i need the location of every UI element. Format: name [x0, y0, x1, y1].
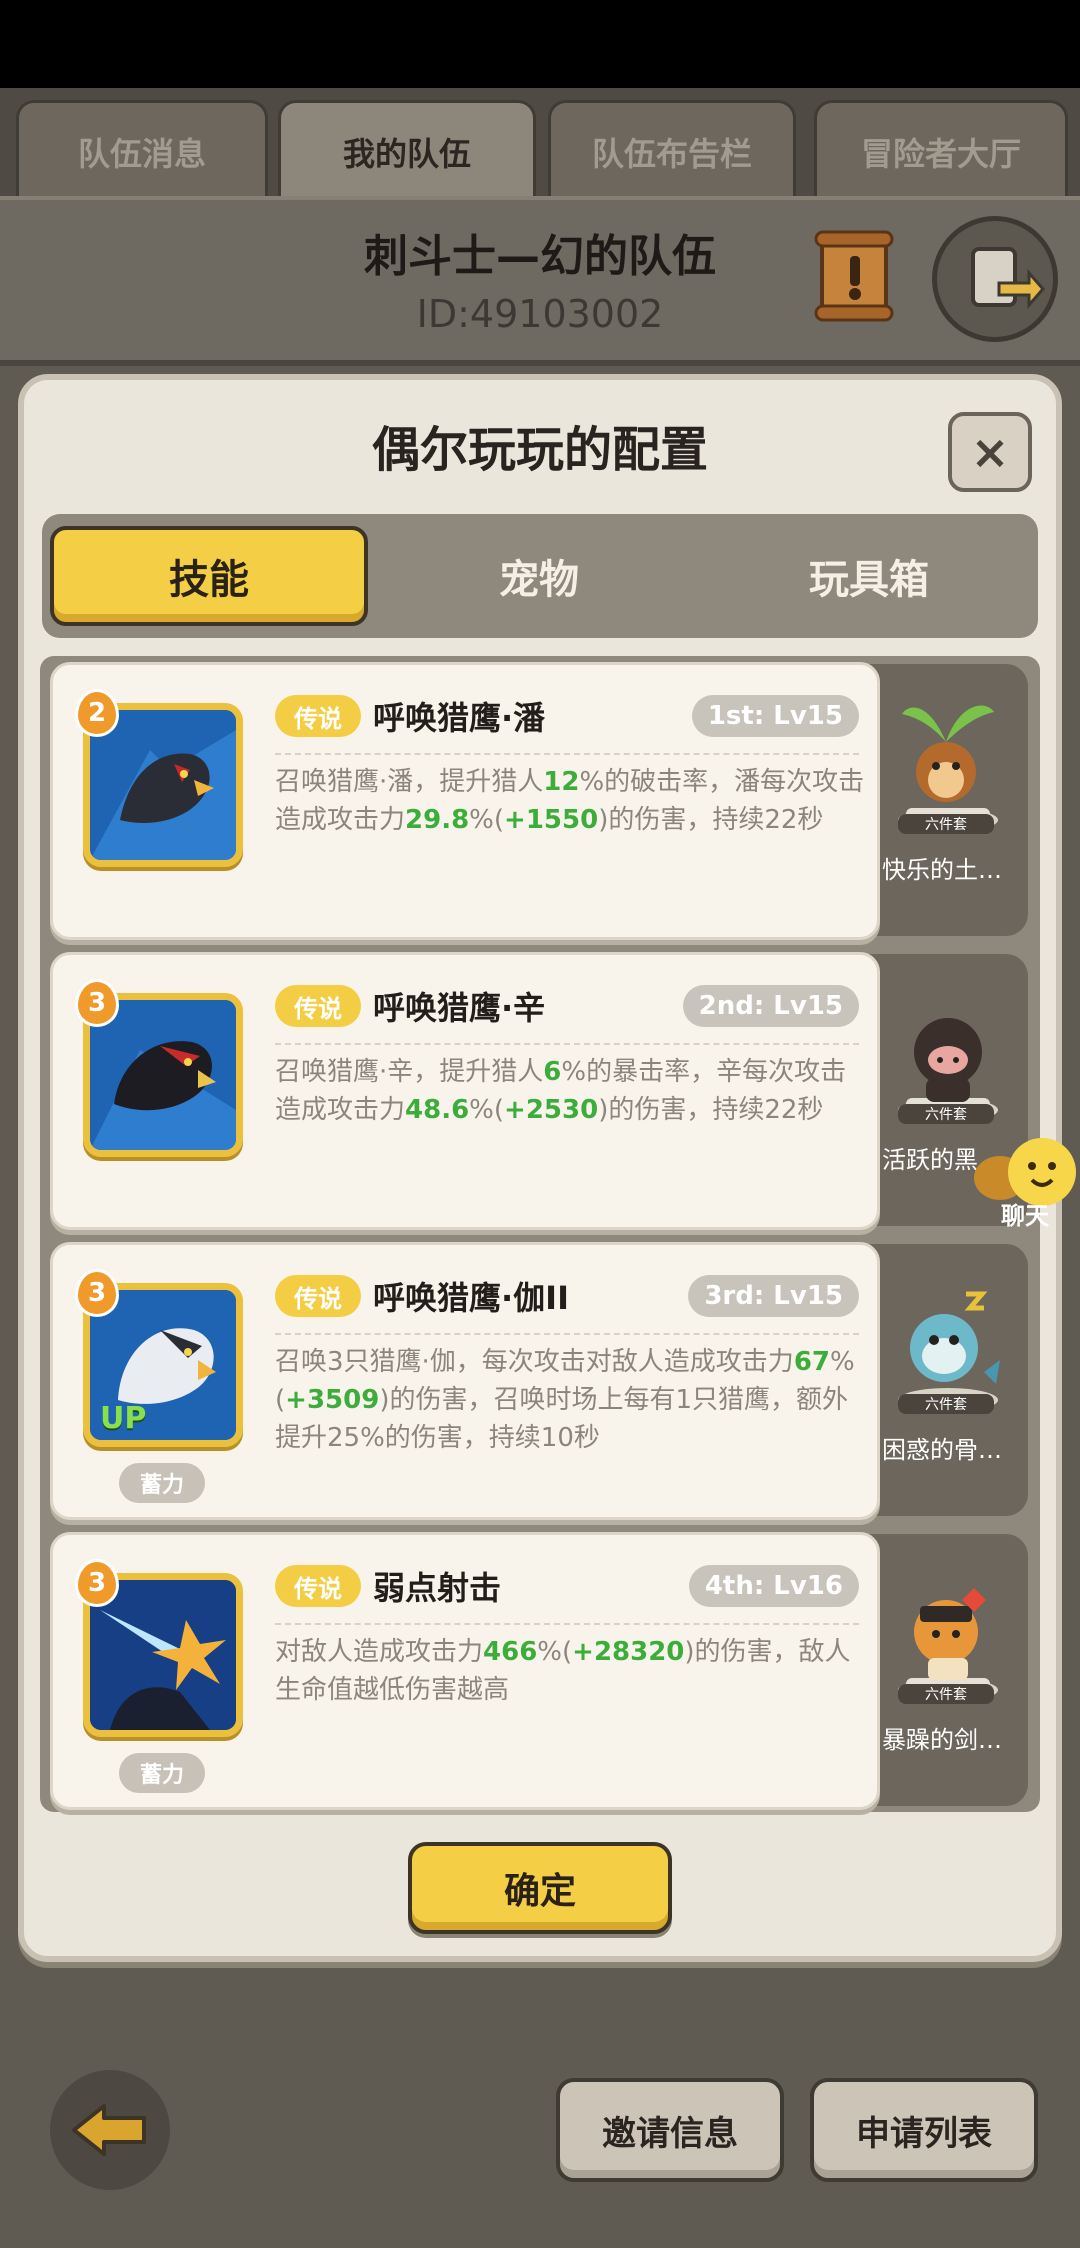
tab-label: 技能: [169, 557, 249, 603]
tab-label: 我的队伍: [342, 134, 471, 173]
pet-name: 困惑的骨…: [882, 1436, 1002, 1464]
rarity-tag: 传说: [275, 985, 361, 1027]
application-list-button[interactable]: 申请列表: [810, 2078, 1038, 2182]
pet-slot[interactable]: 六件套 困惑的骨…: [868, 1244, 1028, 1516]
description-text: 召唤猎鹰·辛，提升猎人: [275, 1057, 544, 1087]
skill-name: 呼唤猎鹰·潘: [373, 699, 546, 737]
exit-team-button[interactable]: [932, 216, 1058, 342]
set-label: 六件套: [898, 1104, 994, 1124]
tab-label: 队伍消息: [77, 134, 206, 173]
tab-label: 队伍布告栏: [591, 134, 752, 173]
rarity-tag: 传说: [275, 695, 361, 737]
scroll-notice-icon[interactable]: [812, 228, 898, 324]
upgrade-label: UP: [100, 1401, 147, 1436]
skill-description: 召唤猎鹰·潘，提升猎人12%的破击率，潘每次攻击造成攻击力29.8%(+1550…: [275, 763, 865, 839]
chat-label: 聊天: [1001, 1202, 1049, 1230]
skill-level: 1st: Lv15: [691, 695, 859, 737]
pet-name: 快乐的土…: [882, 856, 1002, 884]
confirm-label: 确定: [503, 1871, 576, 1912]
highlight-value: 6: [543, 1057, 562, 1087]
tab-team-messages[interactable]: 队伍消息: [16, 100, 268, 200]
tab-pets[interactable]: 宠物: [380, 526, 698, 626]
dialog-title: 偶尔玩玩的配置: [371, 422, 708, 478]
pet-figure-icon: [898, 705, 998, 832]
highlight-value: 48.6: [405, 1095, 470, 1125]
tab-skills[interactable]: 技能: [50, 526, 368, 626]
tab-adventurer-hall[interactable]: 冒险者大厅: [814, 100, 1068, 200]
rarity-tag: 传说: [275, 1275, 361, 1317]
highlight-value: 67: [793, 1347, 830, 1377]
skill-level: 4th: Lv16: [688, 1565, 859, 1607]
back-button[interactable]: [50, 2070, 170, 2190]
description-text: 召唤猎鹰·潘，提升猎人: [275, 767, 544, 797]
pet-figure-icon: [898, 1291, 1000, 1412]
description-text: 召唤3只猎鹰·伽，每次攻击对敌人造成攻击力: [275, 1347, 794, 1377]
skill-card[interactable]: UP 3 蓄力 传说 呼唤猎鹰·伽II 3rd: Lv15 召唤3只猎鹰·伽，每…: [50, 1242, 880, 1520]
description-text: )的伤害，持续22秒: [598, 1095, 824, 1125]
team-id: ID:49103002: [416, 292, 664, 336]
description-text: 对敌人造成攻击力: [275, 1637, 484, 1667]
skill-name: 弱点射击: [373, 1569, 502, 1607]
button-label: 邀请信息: [602, 2113, 738, 2154]
star-badge: 3: [75, 1559, 119, 1607]
skill-name: 呼唤猎鹰·伽II: [373, 1279, 569, 1317]
skill-card[interactable]: 3 传说 呼唤猎鹰·辛 2nd: Lv15 召唤猎鹰·辛，提升猎人6%的暴击率，…: [50, 952, 880, 1230]
star-badge: 2: [75, 689, 119, 737]
description-text: %(: [469, 805, 505, 835]
tab-team-board[interactable]: 队伍布告栏: [548, 100, 796, 200]
highlight-value: +28320: [572, 1637, 685, 1667]
pet-slot[interactable]: 六件套 快乐的土…: [868, 664, 1028, 936]
skill-level: 3rd: Lv15: [688, 1275, 859, 1317]
invite-info-button[interactable]: 邀请信息: [556, 2078, 784, 2182]
skill-description: 对敌人造成攻击力466%(+28320)的伤害，敌人生命值越低伤害越高: [275, 1633, 865, 1709]
highlight-value: +1550: [504, 805, 599, 835]
pet-figure-icon: [898, 1018, 998, 1122]
tab-my-team[interactable]: 我的队伍: [278, 100, 536, 200]
highlight-value: 466: [483, 1637, 538, 1667]
back-arrow-icon: [72, 2104, 146, 2156]
star-badge: 3: [75, 1269, 119, 1317]
set-label: 六件套: [898, 814, 994, 834]
highlight-value: +3509: [285, 1385, 380, 1415]
divider: [275, 1043, 859, 1045]
pet-figure-icon: [898, 1588, 998, 1702]
set-label: 六件套: [898, 1684, 994, 1704]
tab-label: 玩具箱: [809, 557, 929, 603]
skill-description: 召唤3只猎鹰·伽，每次攻击对敌人造成攻击力67%(+3509)的伤害，召唤时场上…: [275, 1343, 865, 1457]
rarity-tag: 传说: [275, 1565, 361, 1607]
team-name: 刺斗士—幻的队伍: [364, 231, 716, 282]
tab-label: 冒险者大厅: [860, 134, 1021, 173]
divider: [275, 1333, 859, 1335]
set-label: 六件套: [898, 1394, 994, 1414]
skill-card[interactable]: 2 传说 呼唤猎鹰·潘 1st: Lv15 召唤猎鹰·潘，提升猎人12%的破击率…: [50, 662, 880, 940]
divider: [275, 753, 859, 755]
top-tab-bar: 队伍消息 我的队伍 队伍布告栏 冒险者大厅: [0, 88, 1080, 200]
charge-tag: 蓄力: [119, 1463, 205, 1503]
description-text: %(: [469, 1095, 505, 1125]
highlight-value: 29.8: [405, 805, 470, 835]
skill-card[interactable]: 3 蓄力 传说 弱点射击 4th: Lv16 对敌人造成攻击力466%(+283…: [50, 1532, 880, 1810]
status-bar: [0, 0, 1080, 88]
highlight-value: 12: [543, 767, 580, 797]
close-icon: ×: [970, 425, 1010, 479]
description-text: )的伤害，持续22秒: [598, 805, 824, 835]
pet-slot[interactable]: 六件套 暴躁的剑…: [868, 1534, 1028, 1806]
divider: [275, 1623, 859, 1625]
tab-label: 宠物: [499, 557, 579, 603]
confirm-button[interactable]: 确定: [408, 1842, 672, 1934]
exit-door-icon: [971, 247, 1045, 309]
star-badge: 3: [75, 979, 119, 1027]
skill-description: 召唤猎鹰·辛，提升猎人6%的暴击率，辛每次攻击造成攻击力48.6%(+2530)…: [275, 1053, 865, 1129]
charge-tag: 蓄力: [119, 1753, 205, 1793]
close-button[interactable]: ×: [948, 412, 1032, 492]
description-text: %(: [537, 1637, 573, 1667]
skill-name: 呼唤猎鹰·辛: [373, 989, 546, 1027]
pet-name: 暴躁的剑…: [882, 1726, 1002, 1754]
button-label: 申请列表: [856, 2113, 992, 2154]
tab-toybox[interactable]: 玩具箱: [710, 526, 1028, 626]
config-tabs: 技能 宠物 玩具箱: [42, 514, 1038, 638]
skill-level: 2nd: Lv15: [682, 985, 859, 1027]
highlight-value: +2530: [504, 1095, 599, 1125]
